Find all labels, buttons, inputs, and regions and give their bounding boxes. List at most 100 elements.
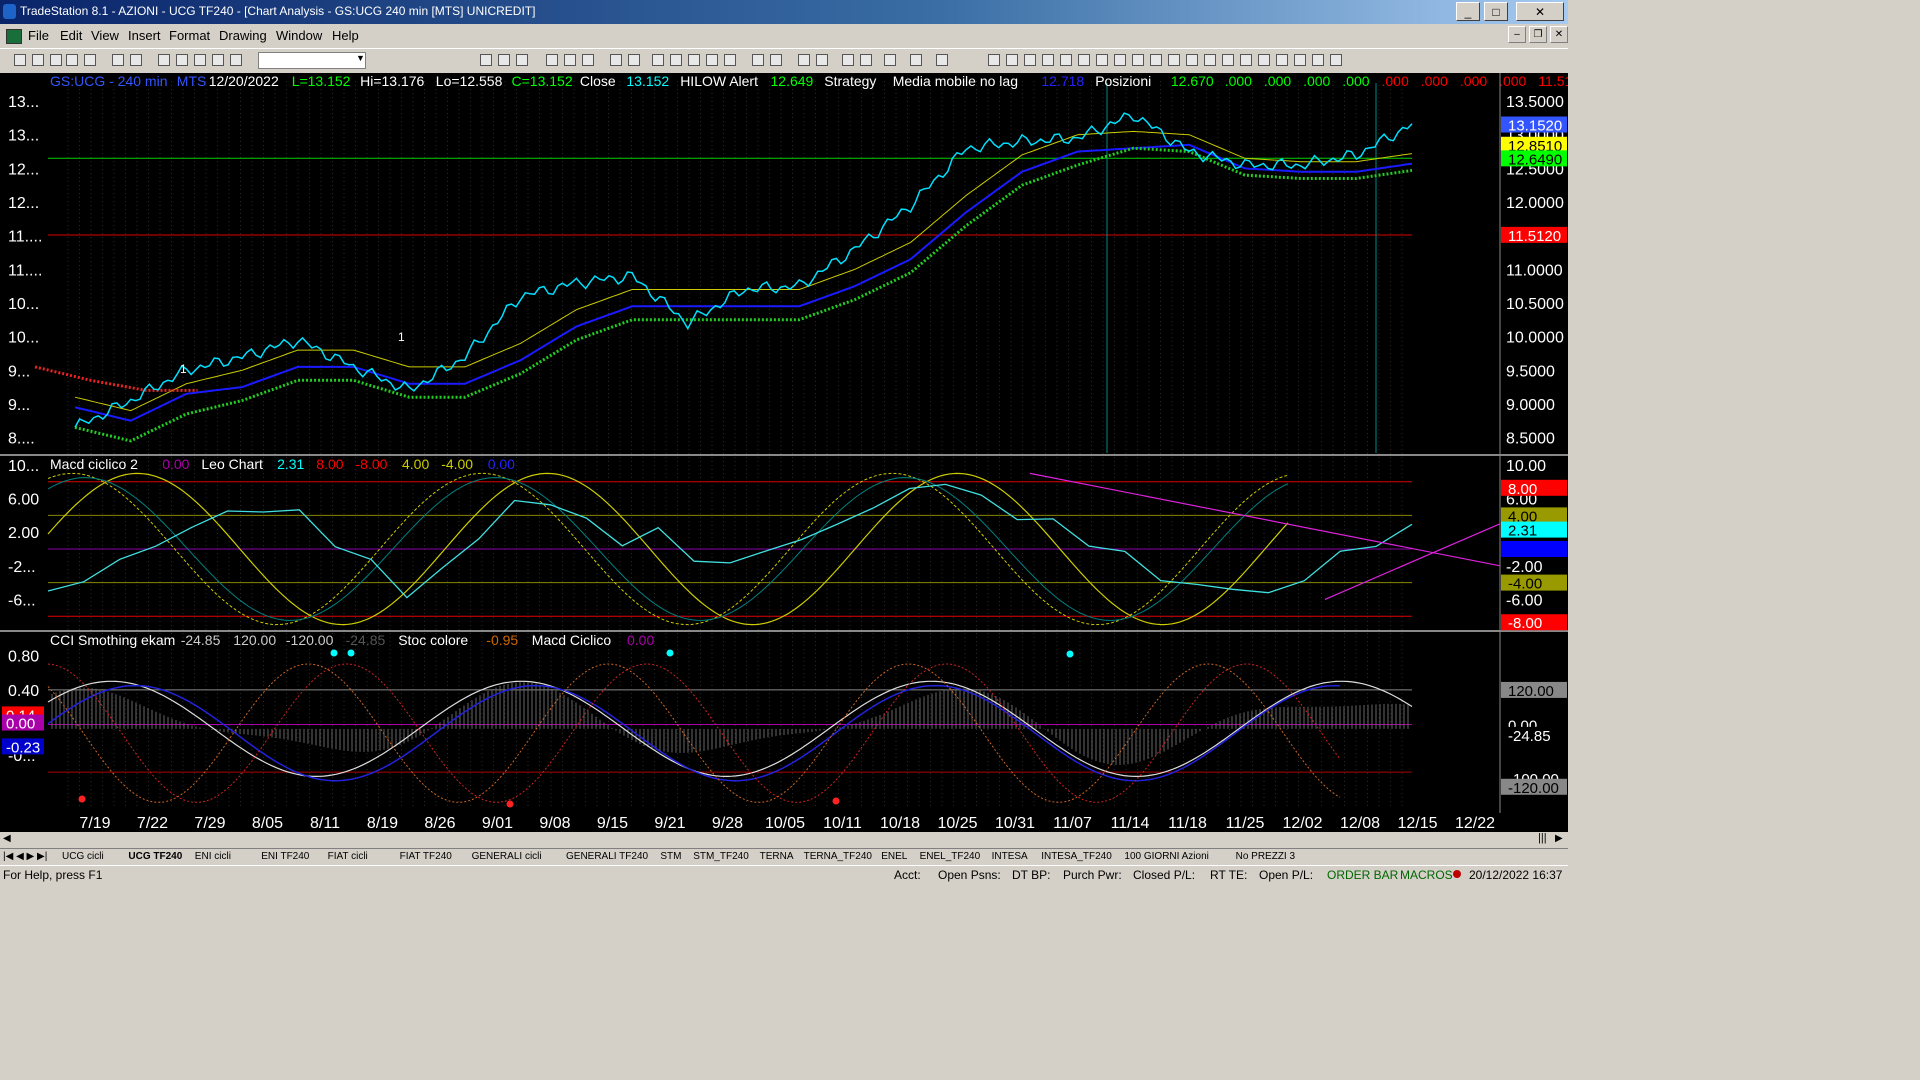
maximize-button[interactable]: □ [1484, 2, 1508, 21]
menu-window[interactable]: Window [276, 28, 322, 43]
toolbar-button-icon[interactable] [798, 54, 810, 66]
workspace-tab[interactable]: UCG TF240 [128, 851, 182, 862]
toolbar-button-icon[interactable] [1006, 54, 1018, 66]
toolbar-button-icon[interactable] [688, 54, 700, 66]
tab-nav-arrows-icon[interactable]: |◀ ◀ ▶ ▶| [3, 851, 47, 862]
cci-header-item: Stoc colore [398, 632, 468, 648]
scroll-left-icon[interactable]: ◀ [3, 833, 11, 844]
toolbar-button-icon[interactable] [1258, 54, 1270, 66]
toolbar-button-icon[interactable] [1222, 54, 1234, 66]
toolbar-button-icon[interactable] [1096, 54, 1108, 66]
toolbar-button-icon[interactable] [1114, 54, 1126, 66]
toolbar-button-icon[interactable] [988, 54, 1000, 66]
toolbar-button-icon[interactable] [1150, 54, 1162, 66]
toolbar-button-icon[interactable] [1132, 54, 1144, 66]
workspace-tab[interactable]: INTESA_TF240 [1041, 851, 1112, 862]
workspace-tab[interactable]: UCG cicli [62, 851, 104, 862]
toolbar-button-icon[interactable] [582, 54, 594, 66]
workspace-tab[interactable]: GENERALI cicli [472, 851, 542, 862]
toolbar-button-icon[interactable] [1078, 54, 1090, 66]
toolbar-button-icon[interactable] [1060, 54, 1072, 66]
toolbar-button-icon[interactable] [1294, 54, 1306, 66]
horizontal-scrollbar[interactable]: ◀ ||| ▶ [0, 832, 1568, 848]
workspace-tab[interactable]: TERNA [760, 851, 794, 862]
toolbar-button-icon[interactable] [910, 54, 922, 66]
toolbar-button-icon[interactable] [564, 54, 576, 66]
workspace-tab[interactable]: TERNA_TF240 [804, 851, 872, 862]
toolbar-button-icon[interactable] [546, 54, 558, 66]
menu-insert[interactable]: Insert [128, 28, 161, 43]
toolbar-button-icon[interactable] [706, 54, 718, 66]
toolbar-button-icon[interactable] [652, 54, 664, 66]
workspace-tab[interactable]: 100 GIORNI Azioni [1124, 851, 1208, 862]
menu-format[interactable]: Format [169, 28, 210, 43]
toolbar-button-icon[interactable] [1276, 54, 1288, 66]
workspace-tab[interactable]: GENERALI TF240 [566, 851, 648, 862]
toolbar-button-icon[interactable] [724, 54, 736, 66]
toolbar-button-icon[interactable] [66, 54, 78, 66]
toolbar-button-icon[interactable] [130, 54, 142, 66]
toolbar-button-icon[interactable] [50, 54, 62, 66]
toolbar-button-icon[interactable] [770, 54, 782, 66]
toolbar-button-icon[interactable] [1204, 54, 1216, 66]
workspace-tab[interactable]: FIAT cicli [328, 851, 368, 862]
toolbar-button-icon[interactable] [1024, 54, 1036, 66]
mdi-restore-button[interactable]: ❐ [1529, 26, 1547, 43]
symbol-combo[interactable] [258, 52, 366, 69]
workspace-tab[interactable]: INTESA [992, 851, 1028, 862]
menu-view[interactable]: View [91, 28, 119, 43]
toolbar-button-icon[interactable] [884, 54, 896, 66]
toolbar-button-icon[interactable] [1042, 54, 1054, 66]
workspace-tab[interactable]: STM_TF240 [693, 851, 749, 862]
toolbar-button-icon[interactable] [1240, 54, 1252, 66]
toolbar-button-icon[interactable] [670, 54, 682, 66]
workspace-tab[interactable]: ENI cicli [195, 851, 231, 862]
menu-file[interactable]: File [28, 28, 49, 43]
workspace-tab[interactable]: ENEL_TF240 [920, 851, 981, 862]
toolbar-button-icon[interactable] [860, 54, 872, 66]
order-bar-button[interactable]: ORDER BAR [1327, 868, 1398, 882]
toolbar-button-icon[interactable] [628, 54, 640, 66]
scroll-right-icon[interactable]: ▶ [1555, 833, 1563, 844]
toolbar-button-icon[interactable] [936, 54, 948, 66]
toolbar-button-icon[interactable] [842, 54, 854, 66]
toolbar-button-icon[interactable] [1312, 54, 1324, 66]
toolbar-button-icon[interactable] [498, 54, 510, 66]
workspace-tab[interactable]: ENEL [881, 851, 907, 862]
menu-help[interactable]: Help [332, 28, 359, 43]
minimize-button[interactable]: _ [1456, 2, 1480, 21]
macros-button[interactable]: MACROS [1400, 868, 1453, 882]
toolbar-button-icon[interactable] [230, 54, 242, 66]
chart-svg[interactable]: 7/19 7/22 7/29 8/05 8/11 8/19 8/26 9/01 9/08 9/15… [0, 73, 1568, 832]
toolbar-button-icon[interactable] [480, 54, 492, 66]
toolbar-button-icon[interactable] [158, 54, 170, 66]
toolbar-button-icon[interactable] [84, 54, 96, 66]
toolbar-button-icon[interactable] [516, 54, 528, 66]
price-header-item: 12/20/2022 [209, 73, 279, 89]
toolbar-button-icon[interactable] [752, 54, 764, 66]
toolbar-button-icon[interactable] [1168, 54, 1180, 66]
toolbar-button-icon[interactable] [816, 54, 828, 66]
close-button[interactable]: ✕ [1516, 2, 1564, 21]
chart-analysis-window[interactable]: 7/19 7/22 7/29 8/05 8/11 8/19 8/26 9/01 9/08 9/15… [0, 73, 1568, 832]
workspace-tab[interactable]: ENI TF240 [261, 851, 309, 862]
toolbar-button-icon[interactable] [1186, 54, 1198, 66]
workspace-tab[interactable]: No PREZZI 3 [1236, 851, 1295, 862]
combo-dropdown-icon[interactable]: ▼ [356, 53, 365, 63]
workspace-tab[interactable]: STM [660, 851, 681, 862]
toolbar-button-icon[interactable] [14, 54, 26, 66]
mdi-close-button[interactable]: ✕ [1550, 26, 1568, 43]
menu-drawing[interactable]: Drawing [219, 28, 267, 43]
toolbar-button-icon[interactable] [32, 54, 44, 66]
scroll-thumb-icon[interactable]: ||| [1538, 832, 1547, 844]
toolbar-button-icon[interactable] [1330, 54, 1342, 66]
toolbar-button-icon[interactable] [194, 54, 206, 66]
mdi-minimize-button[interactable]: – [1508, 26, 1526, 43]
toolbar-button-icon[interactable] [212, 54, 224, 66]
toolbar-button-icon[interactable] [176, 54, 188, 66]
menu-edit[interactable]: Edit [60, 28, 82, 43]
workspace-tab[interactable]: FIAT TF240 [400, 851, 452, 862]
toolbar-button-icon[interactable] [112, 54, 124, 66]
macd-value-label: 8.00 [1508, 481, 1537, 498]
toolbar-button-icon[interactable] [610, 54, 622, 66]
